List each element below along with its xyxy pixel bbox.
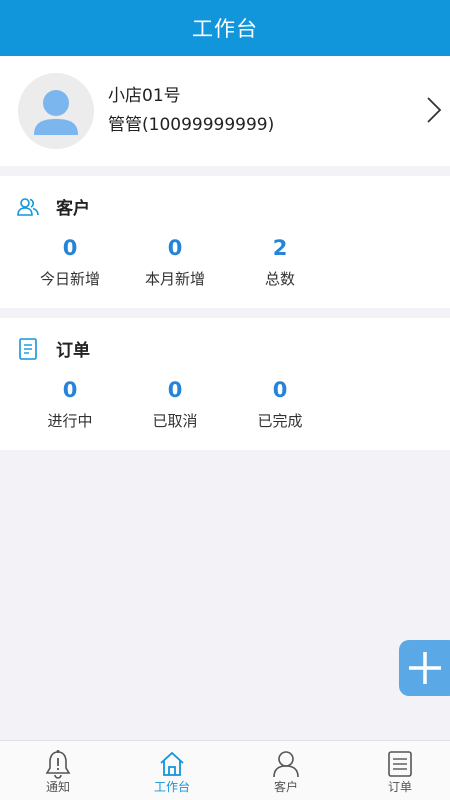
tab-label: 通知 (45, 780, 70, 794)
stat-total[interactable]: 2 总数 (225, 234, 335, 290)
stat-in-progress[interactable]: 0 进行中 (15, 376, 125, 432)
avatar (18, 73, 94, 149)
add-button[interactable] (399, 640, 450, 696)
stat-completed[interactable]: 0 已完成 (225, 376, 335, 432)
tab-label: 工作台 (153, 780, 190, 794)
stat-label: 本月新增 (144, 270, 205, 288)
stat-label: 已完成 (257, 412, 303, 430)
tab-orders[interactable]: 订单 (344, 741, 450, 800)
stat-value: 0 (167, 236, 183, 260)
tab-workbench[interactable]: 工作台 (116, 741, 228, 800)
profile-info: 小店01号 管管(10099999999) (108, 84, 274, 137)
stat-label: 今日新增 (39, 270, 100, 288)
stat-value: 0 (62, 236, 78, 260)
document-icon (388, 751, 412, 777)
plus-icon (409, 652, 441, 684)
stat-month-new[interactable]: 0 本月新增 (120, 234, 230, 290)
stat-label: 进行中 (47, 412, 93, 430)
stat-label: 已取消 (152, 412, 198, 430)
bell-icon (45, 750, 71, 779)
order-section-header: 订单 (16, 336, 90, 361)
users-icon (17, 197, 39, 216)
stat-value: 0 (167, 378, 183, 402)
tab-customers[interactable]: 客户 (230, 741, 342, 800)
stat-value: 0 (272, 378, 288, 402)
user-name-phone: 管管(10099999999) (108, 115, 275, 135)
stat-label: 总数 (264, 270, 295, 288)
shop-name: 小店01号 (108, 86, 181, 106)
customer-section-header: 客户 (16, 194, 90, 219)
tab-label: 订单 (387, 780, 412, 794)
home-icon (160, 751, 184, 776)
user-icon (273, 751, 299, 778)
tab-label: 客户 (273, 780, 298, 794)
document-icon (19, 337, 37, 360)
tab-notifications[interactable]: 通知 (2, 741, 114, 800)
stat-cancelled[interactable]: 0 已取消 (120, 376, 230, 432)
stat-value: 2 (272, 236, 288, 260)
order-section-title: 订单 (56, 341, 90, 361)
stat-today-new[interactable]: 0 今日新增 (15, 234, 125, 290)
page-title: 工作台 (192, 17, 258, 41)
profile-card[interactable]: 小店01号 管管(10099999999) (0, 56, 450, 166)
bottom-tab-bar: 通知 工作台 客户 订单 (0, 740, 450, 800)
top-bar: 工作台 (0, 0, 450, 56)
app-screen: 工作台 小店01号 管管(10099999999) 客户 0 今日新增 0 本月… (0, 0, 450, 800)
chevron-right-icon[interactable] (426, 96, 442, 124)
customer-section: 客户 0 今日新增 0 本月新增 2 总数 (0, 176, 450, 308)
user-avatar-icon (18, 73, 94, 149)
customer-section-title: 客户 (56, 199, 90, 219)
order-section: 订单 0 进行中 0 已取消 0 已完成 (0, 318, 450, 450)
stat-value: 0 (62, 378, 78, 402)
